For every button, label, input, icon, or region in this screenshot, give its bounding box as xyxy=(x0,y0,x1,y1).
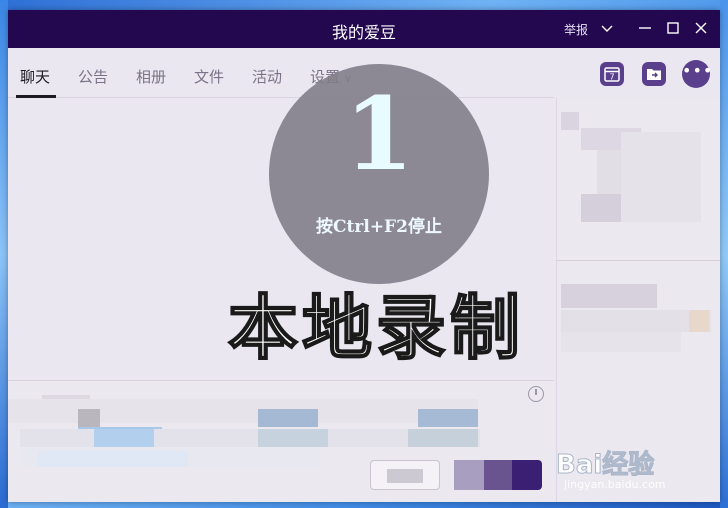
blurred-content xyxy=(387,469,423,483)
tab-album[interactable]: 相册 xyxy=(136,66,166,87)
baidu-url: jingyan.baidu.com xyxy=(564,478,666,491)
close-window-button[interactable] xyxy=(692,19,710,37)
baidu-logo: Bai经验 xyxy=(555,450,655,481)
blurred-content xyxy=(258,429,328,447)
maximize-button[interactable] xyxy=(664,19,682,37)
blurred-content xyxy=(689,310,709,332)
send-button[interactable] xyxy=(454,460,542,490)
blurred-content xyxy=(408,429,478,447)
report-link[interactable]: 举报 xyxy=(564,21,588,38)
blurred-content xyxy=(621,132,701,222)
more-options-button[interactable]: ••• xyxy=(682,60,712,88)
blurred-content xyxy=(418,409,478,427)
title-bar[interactable]: 我的爱豆 举报 xyxy=(8,10,720,48)
countdown-number: 1 xyxy=(344,75,414,193)
blurred-content xyxy=(484,460,512,490)
calendar-day: 7 xyxy=(609,73,614,82)
tab-announcements[interactable]: 公告 xyxy=(78,66,108,87)
baidu-watermark: Bai经验 jingyan.baidu.com xyxy=(555,440,728,500)
blurred-content xyxy=(454,460,484,490)
local-recording-label: 本地录制 xyxy=(227,285,524,370)
calendar-button[interactable]: 7 xyxy=(600,62,624,86)
tab-chat[interactable]: 聊天 xyxy=(20,66,50,87)
blurred-content xyxy=(94,429,154,447)
blurred-content xyxy=(78,409,100,427)
history-icon[interactable] xyxy=(528,386,544,402)
blurred-content xyxy=(258,409,318,427)
blurred-content xyxy=(561,332,681,352)
blurred-content xyxy=(581,194,621,222)
desktop-background-right xyxy=(720,0,728,508)
blurred-content xyxy=(38,451,188,467)
folder-share-button[interactable] xyxy=(642,62,666,86)
desktop-background-left xyxy=(0,0,8,508)
tab-files[interactable]: 文件 xyxy=(194,66,224,87)
close-button[interactable] xyxy=(370,460,440,490)
recording-countdown-overlay: 1 按Ctrl+F2停止 xyxy=(269,64,489,284)
stop-hint: 按Ctrl+F2停止 xyxy=(316,217,442,237)
sidebar-divider xyxy=(556,260,720,261)
blurred-content xyxy=(561,284,657,308)
minimize-button[interactable] xyxy=(636,19,654,37)
chevron-down-icon[interactable] xyxy=(598,19,616,37)
blurred-avatar xyxy=(561,112,579,130)
